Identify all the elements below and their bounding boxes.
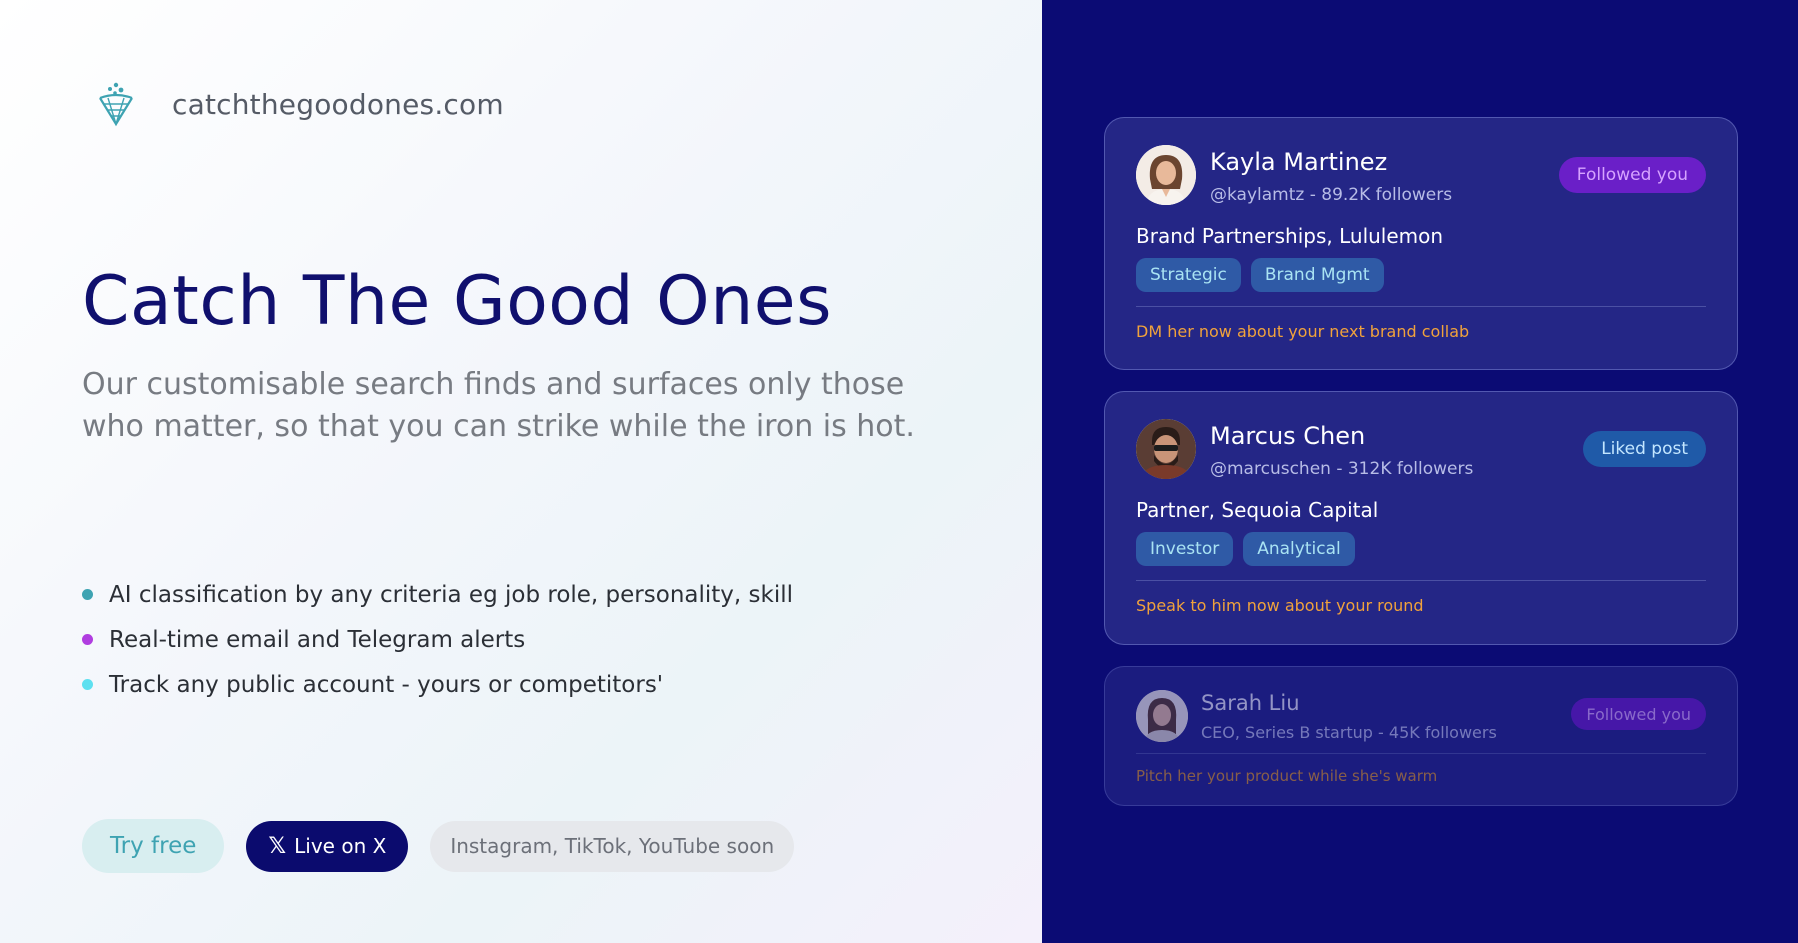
woman-avatar-icon	[1136, 690, 1188, 742]
feature-text: AI classification by any criteria eg job…	[109, 581, 793, 608]
status-badge: Followed you	[1558, 157, 1706, 193]
action-note: Speak to him now about your round	[1136, 596, 1424, 615]
brand-name: catchthegoodones.com	[172, 87, 504, 121]
lead-role: Brand Partnerships, Lululemon	[1136, 224, 1444, 248]
bullet-dot-icon	[82, 589, 93, 600]
man-avatar-icon	[1136, 419, 1196, 479]
lead-card[interactable]: Sarah Liu CEO, Series B startup - 45K fo…	[1104, 666, 1738, 806]
lead-card[interactable]: Marcus Chen @marcuschen - 312K followers…	[1104, 391, 1738, 645]
tag: Brand Mgmt	[1250, 258, 1384, 292]
feature-list: AI classification by any criteria eg job…	[82, 572, 793, 707]
cta-row: Try free 𝕏 Live on X Instagram, TikTok, …	[82, 819, 795, 873]
tag: Strategic	[1136, 258, 1241, 292]
lead-handle: CEO, Series B startup - 45K followers	[1201, 723, 1497, 742]
lead-handle: @kaylamtz - 89.2K followers	[1210, 185, 1453, 205]
feature-item: AI classification by any criteria eg job…	[82, 572, 793, 617]
lead-handle: @marcuschen - 312K followers	[1210, 459, 1474, 479]
brand[interactable]: catchthegoodones.com	[94, 80, 504, 128]
status-badge: Followed you	[1571, 698, 1706, 730]
feature-item: Track any public account - yours or comp…	[82, 662, 793, 707]
action-note: DM her now about your next brand collab	[1136, 322, 1470, 341]
lead-name: Kayla Martinez	[1210, 148, 1388, 176]
lead-name: Sarah Liu	[1201, 691, 1300, 715]
bullet-dot-icon	[82, 679, 93, 690]
hero-panel: catchthegoodones.com Catch The Good Ones…	[0, 0, 1042, 943]
lead-role: Partner, Sequoia Capital	[1136, 498, 1379, 522]
divider	[1136, 580, 1706, 581]
tag-list: Investor Analytical	[1136, 532, 1355, 566]
lead-name: Marcus Chen	[1210, 422, 1366, 450]
page-subtitle: Our customisable search finds and surfac…	[82, 367, 915, 444]
coming-soon-pill: Instagram, TikTok, YouTube soon	[430, 820, 795, 872]
feature-text: Track any public account - yours or comp…	[109, 671, 664, 698]
divider	[1136, 306, 1706, 307]
bullet-dot-icon	[82, 634, 93, 645]
action-note: Pitch her your product while she's warm	[1136, 767, 1438, 785]
status-badge: Liked post	[1583, 431, 1706, 467]
live-on-x-label: Live on X	[294, 834, 387, 858]
lead-card[interactable]: Kayla Martinez @kaylamtz - 89.2K followe…	[1104, 117, 1738, 370]
tag-list: Strategic Brand Mgmt	[1136, 258, 1384, 292]
divider	[1136, 753, 1706, 754]
live-on-x-button[interactable]: 𝕏 Live on X	[246, 820, 409, 872]
woman-avatar-icon	[1136, 145, 1196, 205]
tag: Investor	[1136, 532, 1234, 566]
tag: Analytical	[1243, 532, 1355, 566]
net-catcher-icon	[99, 82, 133, 127]
feature-text: Real-time email and Telegram alerts	[109, 626, 526, 653]
x-logo-icon: 𝕏	[268, 833, 287, 859]
page-title: Catch The Good Ones	[82, 262, 833, 341]
try-free-button[interactable]: Try free	[82, 819, 225, 873]
feature-item: Real-time email and Telegram alerts	[82, 617, 793, 662]
